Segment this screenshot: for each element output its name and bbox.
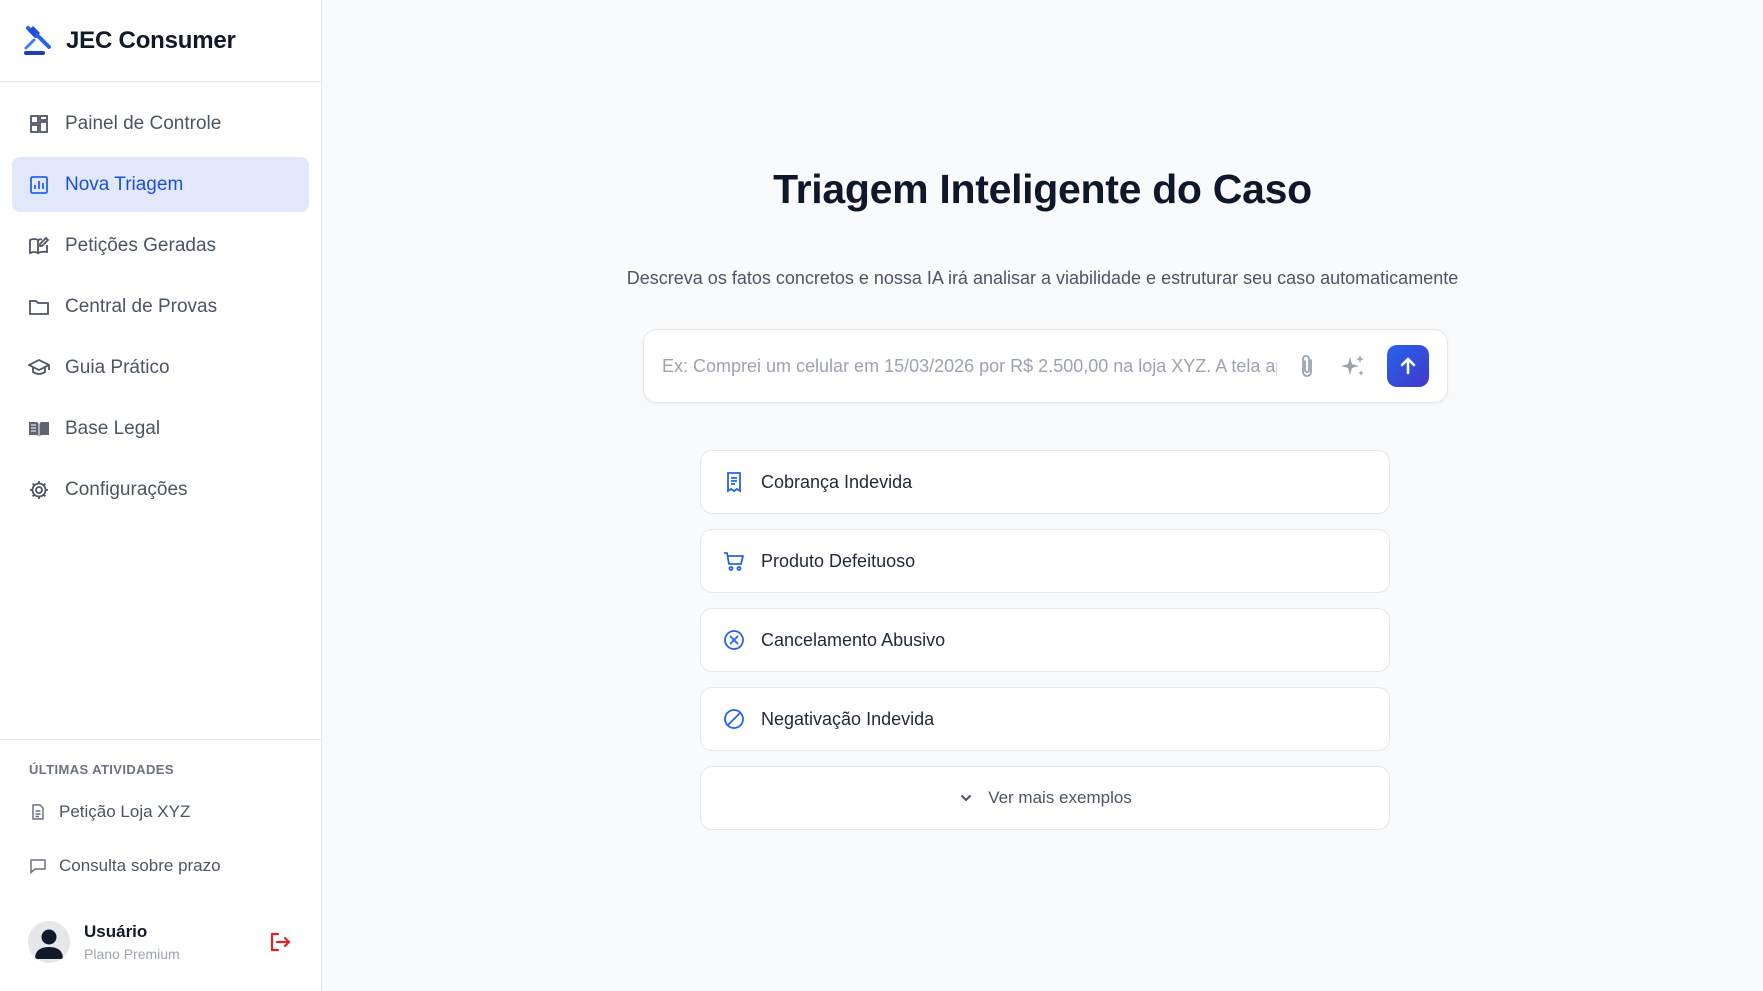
recent-item-label: Consulta sobre prazo bbox=[59, 856, 221, 875]
example-label: Produto Defeituoso bbox=[761, 550, 916, 571]
sidebar-item-label: Central de Provas bbox=[65, 295, 218, 317]
brand-name: JEC Consumer bbox=[66, 26, 236, 54]
recent-item-consulta[interactable]: Consulta sobre prazo bbox=[29, 851, 321, 881]
example-negativacao-indevida[interactable]: Negativação Indevida bbox=[700, 687, 1390, 751]
sidebar: JEC Consumer Painel de Controle Nova Tri… bbox=[0, 0, 322, 991]
document-icon bbox=[29, 803, 47, 821]
example-label: Cancelamento Abusivo bbox=[761, 629, 946, 650]
example-produto-defeituoso[interactable]: Produto Defeituoso bbox=[700, 529, 1390, 593]
open-book-icon bbox=[28, 418, 50, 440]
sidebar-item-label: Guia Prático bbox=[65, 356, 170, 378]
sidebar-item-peticoes-geradas[interactable]: Petições Geradas bbox=[12, 218, 309, 273]
send-button[interactable] bbox=[1387, 345, 1429, 387]
gavel-logo-icon bbox=[22, 24, 56, 58]
book-edit-icon bbox=[28, 235, 50, 257]
example-cobranca-indevida[interactable]: Cobrança Indevida bbox=[700, 450, 1390, 514]
sidebar-item-label: Nova Triagem bbox=[65, 173, 184, 195]
sidebar-item-configuracoes[interactable]: Configurações bbox=[12, 462, 309, 517]
recent-item-peticao[interactable]: Petição Loja XYZ bbox=[29, 797, 321, 827]
page-subtitle: Descreva os fatos concretos e nossa IA i… bbox=[626, 268, 1459, 288]
logout-icon[interactable] bbox=[267, 929, 293, 955]
case-description-input[interactable] bbox=[662, 355, 1277, 377]
sidebar-item-label: Petições Geradas bbox=[65, 234, 217, 256]
user-name: Usuário bbox=[84, 922, 148, 941]
example-cancelamento-abusivo[interactable]: Cancelamento Abusivo bbox=[700, 608, 1390, 672]
sidebar-item-painel-de-controle[interactable]: Painel de Controle bbox=[12, 96, 309, 151]
sparkles-icon[interactable] bbox=[1337, 350, 1369, 382]
case-prompt-box bbox=[643, 329, 1448, 403]
more-examples-button[interactable]: Ver mais exemplos bbox=[700, 766, 1390, 830]
page-title: Triagem Inteligente do Caso bbox=[773, 166, 1312, 212]
recent-activities: ÚLTIMAS ATIVIDADES Petição Loja XYZ Cons… bbox=[0, 739, 321, 905]
more-examples-label: Ver mais exemplos bbox=[988, 788, 1132, 807]
paperclip-icon[interactable] bbox=[1291, 350, 1323, 382]
dashboard-icon bbox=[28, 113, 50, 135]
sidebar-item-nova-triagem[interactable]: Nova Triagem bbox=[12, 157, 309, 212]
example-label: Cobrança Indevida bbox=[761, 471, 913, 492]
sidebar-item-label: Painel de Controle bbox=[65, 112, 222, 134]
sidebar-item-guia-pratico[interactable]: Guia Prático bbox=[12, 340, 309, 395]
sidebar-item-label: Configurações bbox=[65, 478, 188, 500]
cart-icon bbox=[723, 550, 745, 572]
user-info: Usuário Plano Premium bbox=[84, 922, 267, 962]
receipt-icon bbox=[723, 471, 745, 493]
gear-icon bbox=[28, 479, 50, 501]
example-list: Cobrança Indevida Produto Defeituoso Can… bbox=[700, 450, 1390, 830]
folder-icon bbox=[28, 296, 50, 318]
chevron-down-icon bbox=[958, 790, 974, 806]
sidebar-item-base-legal[interactable]: Base Legal bbox=[12, 401, 309, 456]
avatar[interactable] bbox=[28, 921, 70, 963]
graduation-cap-icon bbox=[28, 357, 50, 379]
brand[interactable]: JEC Consumer bbox=[0, 0, 321, 82]
recent-item-label: Petição Loja XYZ bbox=[59, 802, 191, 821]
ban-icon bbox=[723, 708, 745, 730]
arrow-up-icon bbox=[1400, 357, 1416, 375]
user-profile: Usuário Plano Premium bbox=[28, 918, 293, 966]
recent-activities-title: ÚLTIMAS ATIVIDADES bbox=[29, 762, 174, 777]
chart-icon bbox=[28, 174, 50, 196]
user-plan: Plano Premium bbox=[84, 946, 180, 962]
chat-icon bbox=[29, 857, 47, 875]
example-label: Negativação Indevida bbox=[761, 708, 935, 729]
x-circle-icon bbox=[723, 629, 745, 651]
main-content: Triagem Inteligente do Caso Descreva os … bbox=[322, 0, 1763, 991]
sidebar-item-label: Base Legal bbox=[65, 417, 161, 439]
sidebar-nav: Painel de Controle Nova Triagem Petições… bbox=[12, 96, 309, 523]
sidebar-item-central-de-provas[interactable]: Central de Provas bbox=[12, 279, 309, 334]
